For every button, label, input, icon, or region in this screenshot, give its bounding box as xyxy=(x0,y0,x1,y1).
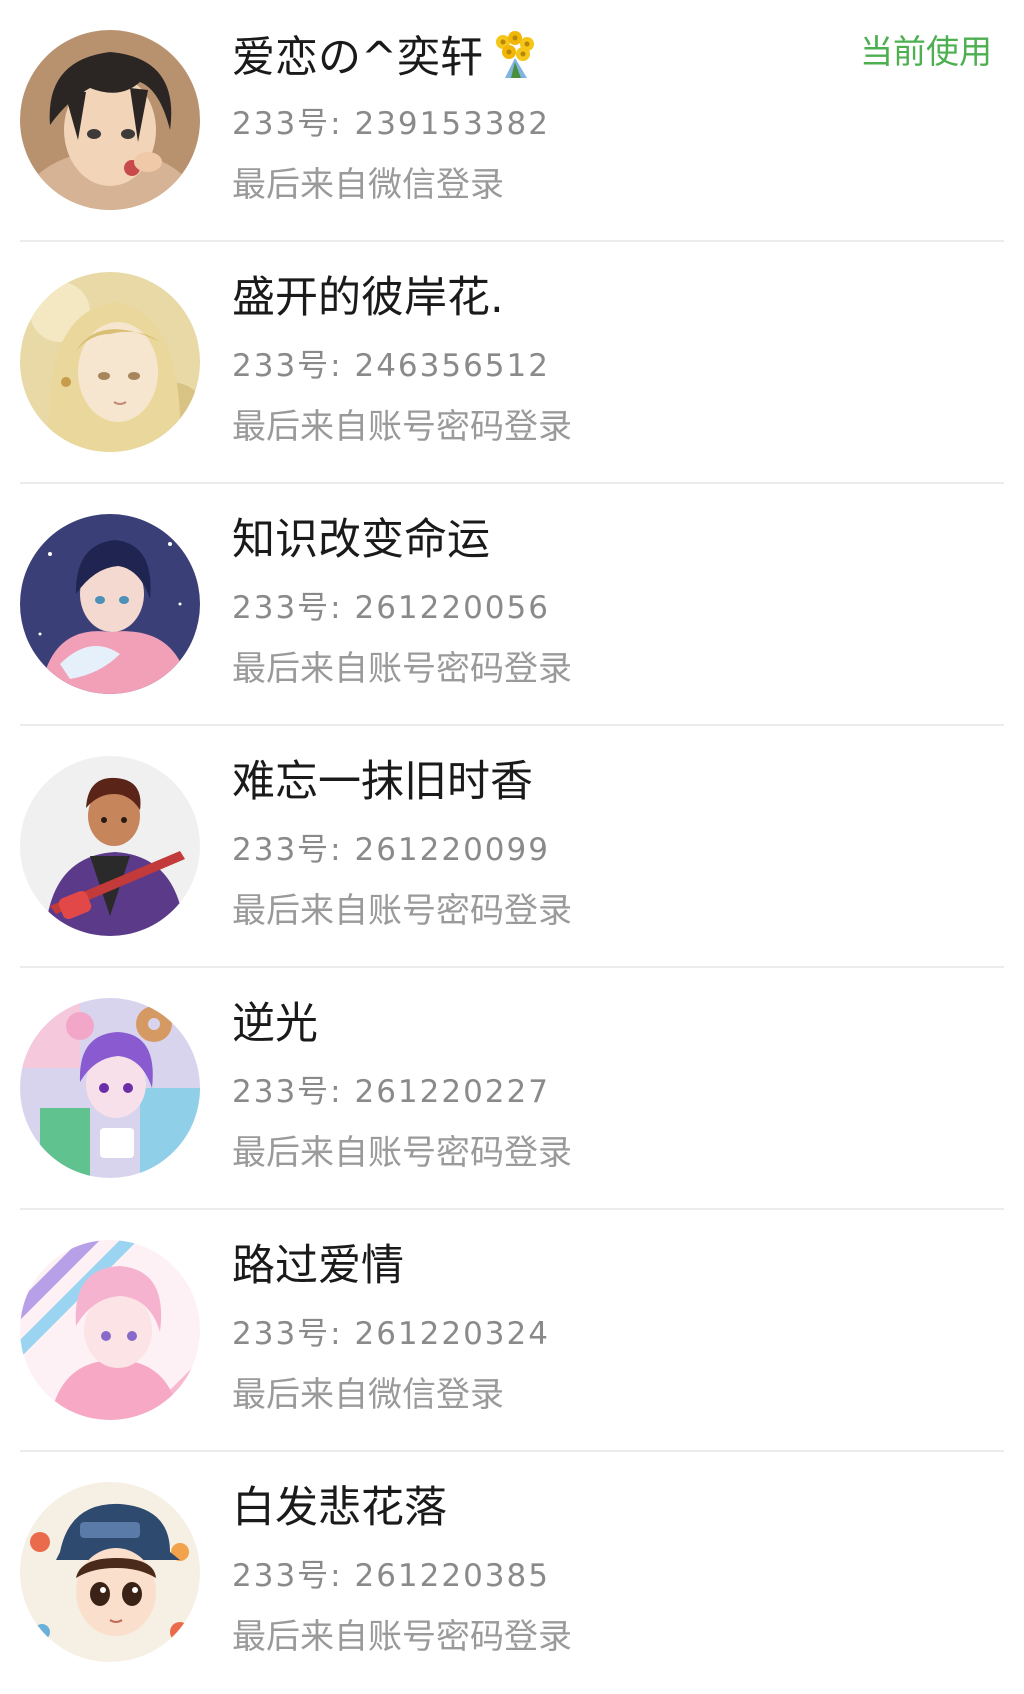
avatar xyxy=(20,756,200,936)
nickname: 难忘一抹旧时香 xyxy=(232,757,533,807)
avatar-image xyxy=(20,1482,200,1662)
account-id: 233号: 261220099 xyxy=(232,832,550,868)
account-item[interactable]: 爱恋の^奕轩 233号: 239153382 最后来自微信登录 当前使用 xyxy=(0,0,1024,242)
account-item[interactable]: 难忘一抹旧时香 233号: 261220099 最后来自账号密码登录 xyxy=(0,726,1024,968)
last-login-source: 最后来自微信登录 xyxy=(232,165,504,205)
account-item[interactable]: 逆光 233号: 261220227 最后来自账号密码登录 xyxy=(0,968,1024,1210)
nickname: 路过爱情 xyxy=(232,1241,404,1291)
last-login-source: 最后来自账号密码登录 xyxy=(232,1617,572,1657)
avatar xyxy=(20,998,200,1178)
account-id: 233号: 261220056 xyxy=(232,590,550,626)
avatar-image xyxy=(20,998,200,1178)
avatar-image xyxy=(20,272,200,452)
flower-bouquet-icon xyxy=(485,28,541,94)
account-list: 爱恋の^奕轩 233号: 239153382 最后来自微信登录 当前使用 盛开的… xyxy=(0,0,1024,1673)
account-id: 233号: 261220324 xyxy=(232,1316,550,1352)
last-login-source: 最后来自账号密码登录 xyxy=(232,891,572,931)
account-id: 233号: 239153382 xyxy=(232,106,550,142)
avatar xyxy=(20,1482,200,1662)
account-item[interactable]: 盛开的彼岸花. 233号: 246356512 最后来自账号密码登录 xyxy=(0,242,1024,484)
avatar-image xyxy=(20,1240,200,1420)
avatar xyxy=(20,272,200,452)
avatar xyxy=(20,1240,200,1420)
nickname: 知识改变命运 xyxy=(232,515,490,565)
account-item[interactable]: 白发悲花落 233号: 261220385 最后来自账号密码登录 xyxy=(0,1452,1024,1694)
avatar-image xyxy=(20,756,200,936)
last-login-source: 最后来自账号密码登录 xyxy=(232,407,572,447)
last-login-source: 最后来自账号密码登录 xyxy=(232,649,572,689)
nickname: 逆光 xyxy=(232,999,318,1049)
avatar-image xyxy=(20,30,200,210)
account-id: 233号: 246356512 xyxy=(232,348,550,384)
nickname: 爱恋の^奕轩 xyxy=(232,28,541,84)
last-login-source: 最后来自微信登录 xyxy=(232,1375,504,1415)
avatar-image xyxy=(20,514,200,694)
current-account-badge: 当前使用 xyxy=(860,32,992,71)
account-item[interactable]: 知识改变命运 233号: 261220056 最后来自账号密码登录 xyxy=(0,484,1024,726)
nickname: 白发悲花落 xyxy=(232,1483,447,1533)
account-item[interactable]: 路过爱情 233号: 261220324 最后来自微信登录 xyxy=(0,1210,1024,1452)
last-login-source: 最后来自账号密码登录 xyxy=(232,1133,572,1173)
nickname: 盛开的彼岸花. xyxy=(232,273,504,323)
avatar xyxy=(20,30,200,210)
account-id: 233号: 261220385 xyxy=(232,1558,550,1594)
nickname-text: 爱恋の^奕轩 xyxy=(232,33,484,83)
account-id: 233号: 261220227 xyxy=(232,1074,550,1110)
avatar xyxy=(20,514,200,694)
